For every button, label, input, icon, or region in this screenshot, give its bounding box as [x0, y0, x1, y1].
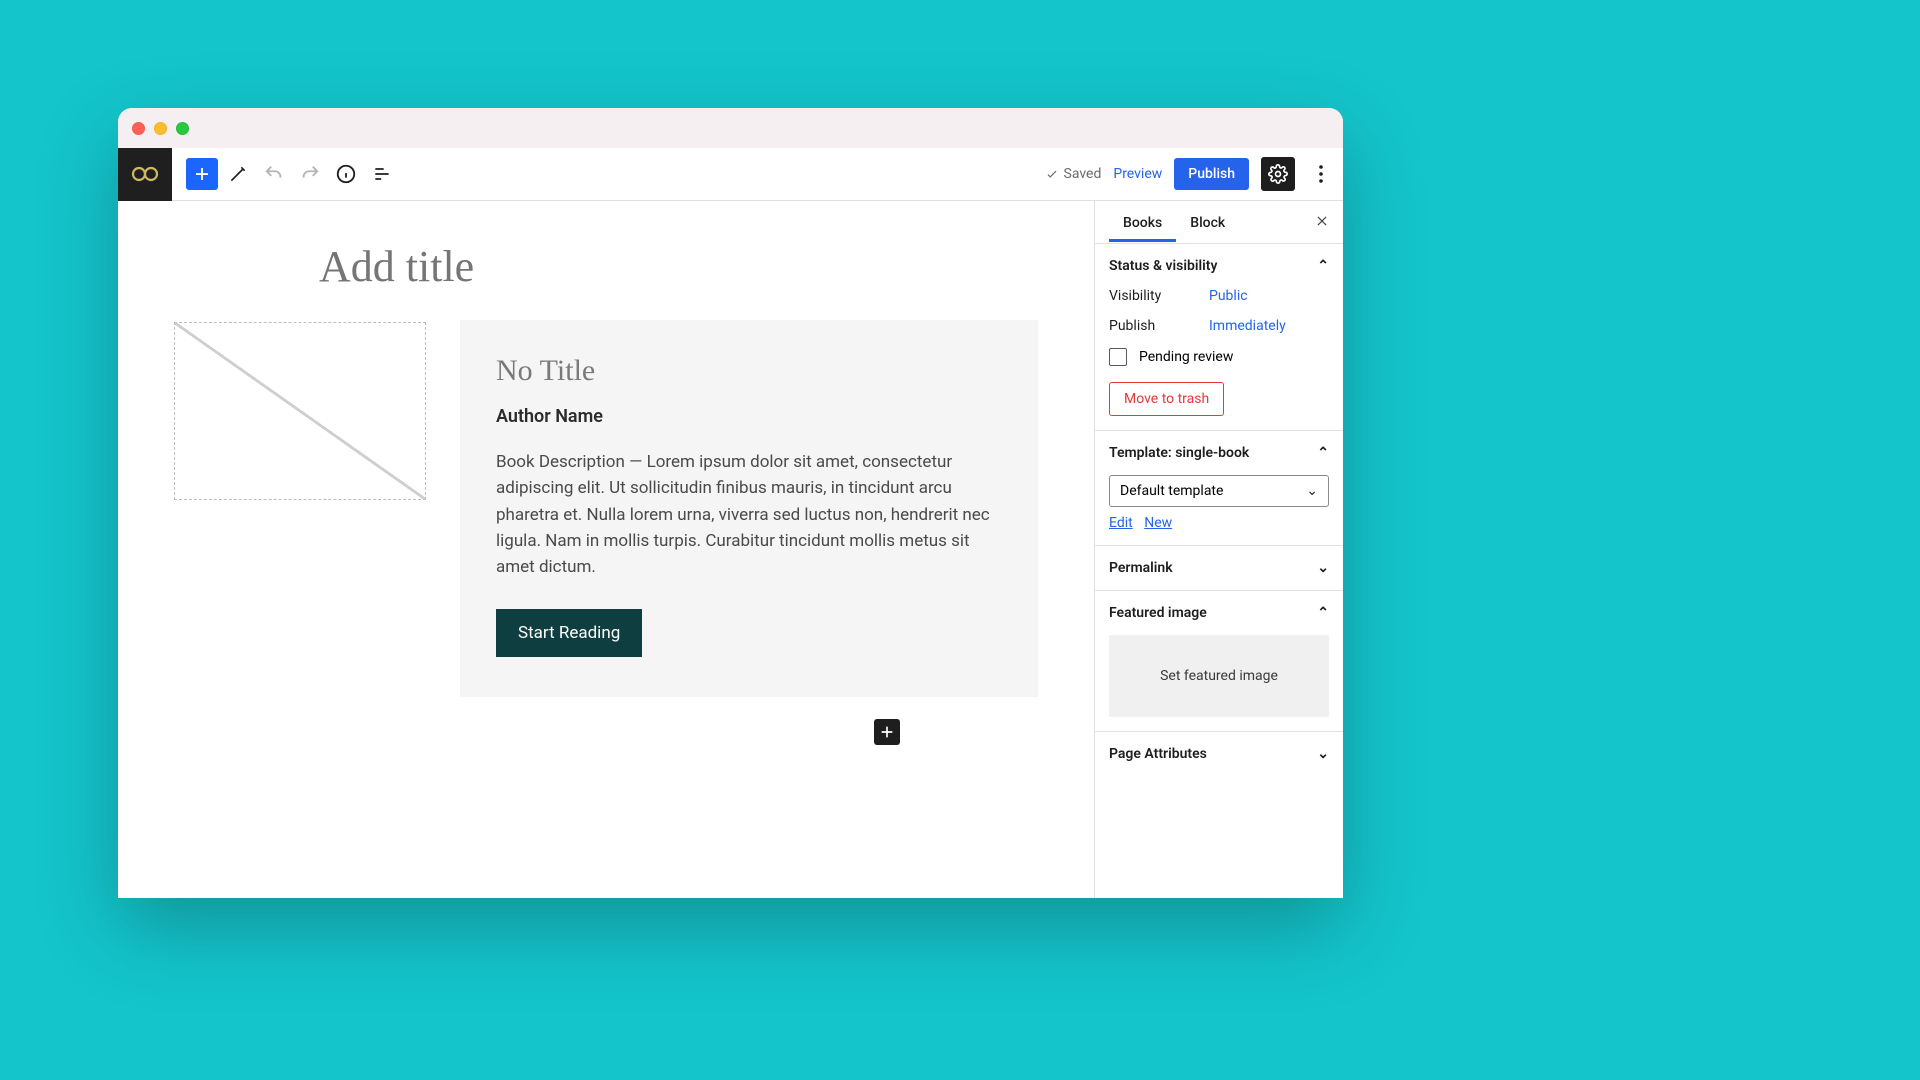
site-logo[interactable] [118, 148, 172, 201]
settings-button[interactable] [1261, 157, 1295, 191]
panel-featured-image: Featured image ⌃ Set featured image [1095, 591, 1343, 732]
settings-sidebar: Books Block Status & visibility ⌃ Visibi… [1094, 201, 1343, 898]
panel-page-attributes: Page Attributes ⌄ [1095, 732, 1343, 776]
book-description: Book Description — Lorem ipsum dolor sit… [496, 449, 990, 581]
post-title-input[interactable]: Add title [319, 241, 1038, 292]
start-reading-button[interactable]: Start Reading [496, 609, 642, 657]
close-icon [1315, 214, 1329, 228]
publish-value[interactable]: Immediately [1209, 318, 1286, 334]
more-menu-button[interactable] [1307, 165, 1335, 183]
tab-books[interactable]: Books [1109, 203, 1176, 242]
append-block-button[interactable] [874, 719, 900, 745]
close-sidebar-button[interactable] [1307, 213, 1337, 232]
checkmark-icon [1045, 167, 1059, 181]
chevron-down-icon: ⌄ [1317, 746, 1329, 762]
chevron-down-icon: ⌄ [1317, 560, 1329, 576]
panel-permalink-toggle[interactable]: Permalink ⌄ [1109, 560, 1329, 576]
panel-permalink: Permalink ⌄ [1095, 546, 1343, 591]
publish-button[interactable]: Publish [1174, 158, 1249, 190]
saved-status: Saved [1045, 166, 1102, 182]
plus-icon [879, 724, 895, 740]
pending-review-checkbox[interactable] [1109, 348, 1127, 366]
outline-button[interactable] [366, 158, 398, 190]
book-author: Author Name [496, 406, 990, 427]
panel-featured-toggle[interactable]: Featured image ⌃ [1109, 605, 1329, 621]
kebab-icon [1319, 165, 1323, 183]
window-minimize-button[interactable] [154, 122, 167, 135]
template-select[interactable]: Default template ⌄ [1109, 475, 1329, 507]
add-block-button[interactable] [186, 158, 218, 190]
book-cover-placeholder[interactable] [174, 322, 426, 500]
set-featured-image-button[interactable]: Set featured image [1109, 635, 1329, 717]
panel-template: Template: single-book ⌃ Default template… [1095, 431, 1343, 546]
pending-review-label: Pending review [1139, 349, 1233, 365]
undo-button[interactable] [258, 158, 290, 190]
panel-status: Status & visibility ⌃ Visibility Public … [1095, 244, 1343, 431]
window-close-button[interactable] [132, 122, 145, 135]
chevron-down-icon: ⌄ [1306, 483, 1318, 499]
editor-window: Saved Preview Publish Add title No Title… [118, 108, 1343, 898]
editor-topbar: Saved Preview Publish [118, 148, 1343, 201]
redo-button[interactable] [294, 158, 326, 190]
move-to-trash-button[interactable]: Move to trash [1109, 382, 1224, 416]
template-new-link[interactable]: New [1144, 515, 1172, 531]
window-zoom-button[interactable] [176, 122, 189, 135]
visibility-value[interactable]: Public [1209, 288, 1248, 304]
tools-button[interactable] [222, 158, 254, 190]
preview-button[interactable]: Preview [1113, 166, 1162, 182]
book-card: No Title Author Name Book Description — … [460, 320, 1038, 697]
book-title: No Title [496, 354, 990, 388]
visibility-label: Visibility [1109, 288, 1209, 304]
tab-block[interactable]: Block [1176, 203, 1239, 242]
editor-canvas[interactable]: Add title No Title Author Name Book Desc… [118, 201, 1094, 898]
template-edit-link[interactable]: Edit [1109, 515, 1133, 531]
chevron-up-icon: ⌃ [1317, 605, 1329, 621]
panel-template-toggle[interactable]: Template: single-book ⌃ [1109, 445, 1329, 461]
panel-page-attr-toggle[interactable]: Page Attributes ⌄ [1109, 746, 1329, 762]
chevron-up-icon: ⌃ [1317, 445, 1329, 461]
chevron-up-icon: ⌃ [1317, 258, 1329, 274]
panel-status-toggle[interactable]: Status & visibility ⌃ [1109, 258, 1329, 274]
info-button[interactable] [330, 158, 362, 190]
publish-label: Publish [1109, 318, 1209, 334]
gear-icon [1268, 164, 1288, 184]
window-titlebar [118, 108, 1343, 148]
